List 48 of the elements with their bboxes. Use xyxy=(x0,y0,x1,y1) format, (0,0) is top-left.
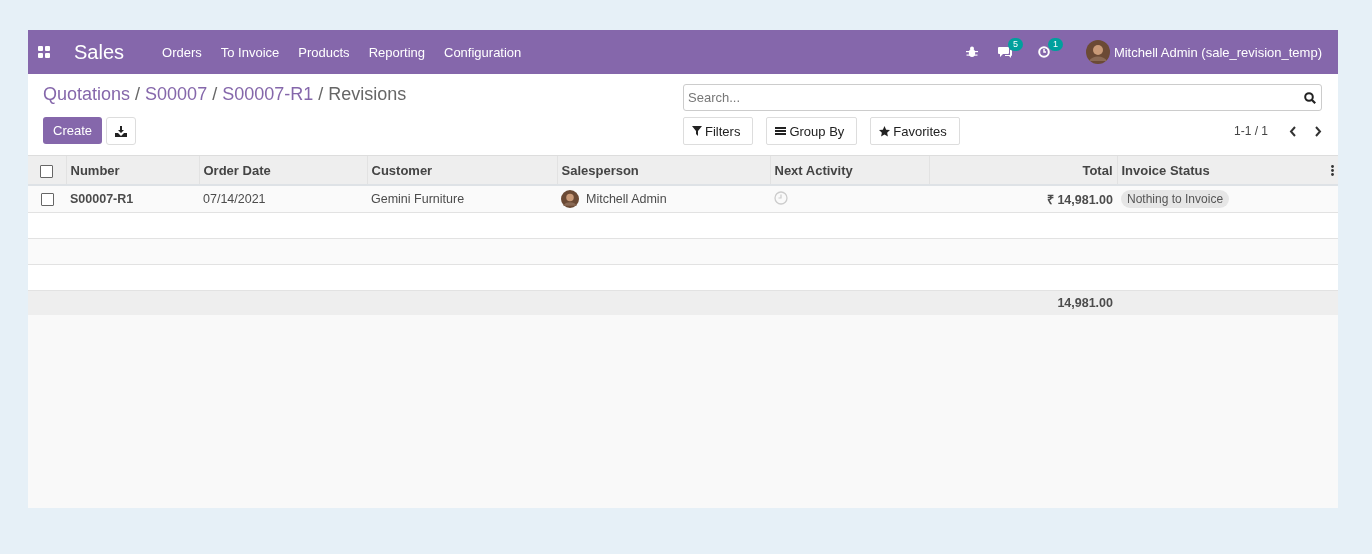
table-cell: Mitchell Admin xyxy=(586,192,667,206)
favorites-button[interactable]: Favorites xyxy=(870,117,960,145)
column-header[interactable]: Total xyxy=(1082,162,1113,178)
select-all-checkbox[interactable] xyxy=(40,164,54,178)
table-cell: S00007-R1 xyxy=(70,192,134,206)
next-page-icon[interactable] xyxy=(1314,125,1322,137)
column-header[interactable]: Customer xyxy=(371,162,433,178)
bug-icon[interactable] xyxy=(965,46,978,58)
table-cell: ₹ 14,981.00 xyxy=(1046,192,1113,207)
row-checkbox[interactable] xyxy=(40,193,54,207)
breadcrumb-separator: / xyxy=(212,84,218,105)
breadcrumb-current[interactable]: Revisions xyxy=(328,84,407,105)
search-field[interactable]: Search... xyxy=(683,84,1322,111)
activity-count-badge: 1 xyxy=(1047,38,1063,51)
filters-button[interactable]: Filters xyxy=(683,117,754,145)
app-name[interactable]: Sales xyxy=(74,40,125,64)
search-icon[interactable] xyxy=(1304,92,1316,104)
menu-item[interactable]: Reporting xyxy=(368,44,425,60)
group-by-button[interactable]: Group By xyxy=(766,117,858,145)
filter-icon[interactable] xyxy=(692,126,702,136)
breadcrumb-link[interactable]: Quotations xyxy=(43,84,131,105)
table-cell: Gemini Furniture xyxy=(371,192,465,206)
status-badge: Nothing to Invoice xyxy=(1121,190,1230,208)
menu-item[interactable]: Configuration xyxy=(444,44,522,60)
apps-menu-icon[interactable] xyxy=(38,46,50,58)
table-cell: 07/14/2021 xyxy=(203,192,266,206)
previous-page-icon[interactable] xyxy=(1289,125,1297,137)
table-row[interactable]: S00007-R1 07/14/2021 Gemini Furniture Mitchell Admin ₹ 14,981.00 Nothing to Invoice xyxy=(28,185,1338,213)
pager-value: 1-1 / 1 xyxy=(1233,124,1268,138)
more-options-icon[interactable] xyxy=(1331,165,1334,176)
breadcrumb-separator: / xyxy=(135,84,141,105)
list-icon[interactable] xyxy=(775,126,787,136)
message-count-badge: 5 xyxy=(1007,38,1023,51)
star-icon[interactable] xyxy=(879,125,891,137)
breadcrumb-separator: / xyxy=(318,84,324,105)
download-button[interactable] xyxy=(106,117,137,145)
breadcrumb-link[interactable]: S00007-R1 xyxy=(222,84,314,105)
menu-item[interactable]: To Invoice xyxy=(220,44,280,60)
download-icon[interactable] xyxy=(115,125,128,137)
chat-icon[interactable] xyxy=(997,46,1012,58)
user-menu[interactable]: Mitchell Admin (sale_revision_temp) xyxy=(1113,44,1322,60)
breadcrumb-link[interactable]: S00007 xyxy=(145,84,208,105)
footer-total: 14,981.00 xyxy=(1057,296,1113,310)
menu-item[interactable]: Orders xyxy=(162,44,202,60)
menu-item[interactable]: Products xyxy=(298,44,350,60)
avatar-icon xyxy=(1085,40,1110,64)
avatar-icon xyxy=(561,190,579,208)
create-button[interactable]: Create xyxy=(43,117,103,144)
